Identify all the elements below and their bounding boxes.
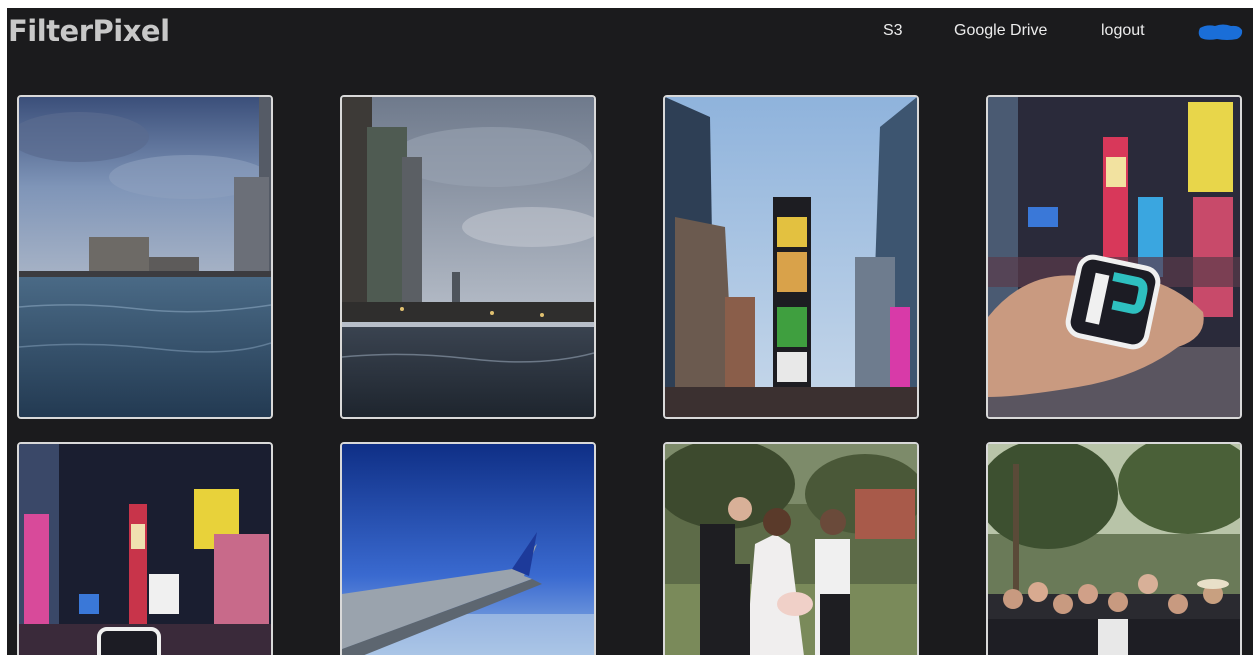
nav-link-logout[interactable]: logout [1101, 22, 1145, 40]
photo-harbor-image [19, 97, 271, 417]
photo-card[interactable] [663, 95, 919, 419]
photo-waterfront-image [342, 97, 594, 417]
brand-logo[interactable]: FilterPixel [8, 14, 170, 48]
photo-card[interactable] [340, 95, 596, 419]
photo-sticker-image [988, 97, 1240, 417]
navbar: FilterPixel S3 Google Drive logout [7, 8, 1253, 58]
photo-card[interactable] [986, 442, 1242, 655]
photo-times-square-night-image [19, 444, 271, 655]
nav-link-google-drive[interactable]: Google Drive [954, 22, 1047, 40]
photo-card[interactable] [17, 95, 273, 419]
photo-card[interactable] [17, 442, 273, 655]
nav-link-s3[interactable]: S3 [883, 22, 903, 40]
photo-card[interactable] [986, 95, 1242, 419]
photo-family-group-image [988, 444, 1240, 655]
photo-card[interactable] [663, 442, 919, 655]
photo-wedding-image [665, 444, 917, 655]
avatar-icon[interactable] [1197, 22, 1243, 42]
photo-times-square-day-image [665, 97, 917, 417]
photo-card[interactable] [340, 442, 596, 655]
photo-airplane-wing-image [342, 444, 594, 655]
app-window: FilterPixel S3 Google Drive logout [7, 8, 1253, 655]
